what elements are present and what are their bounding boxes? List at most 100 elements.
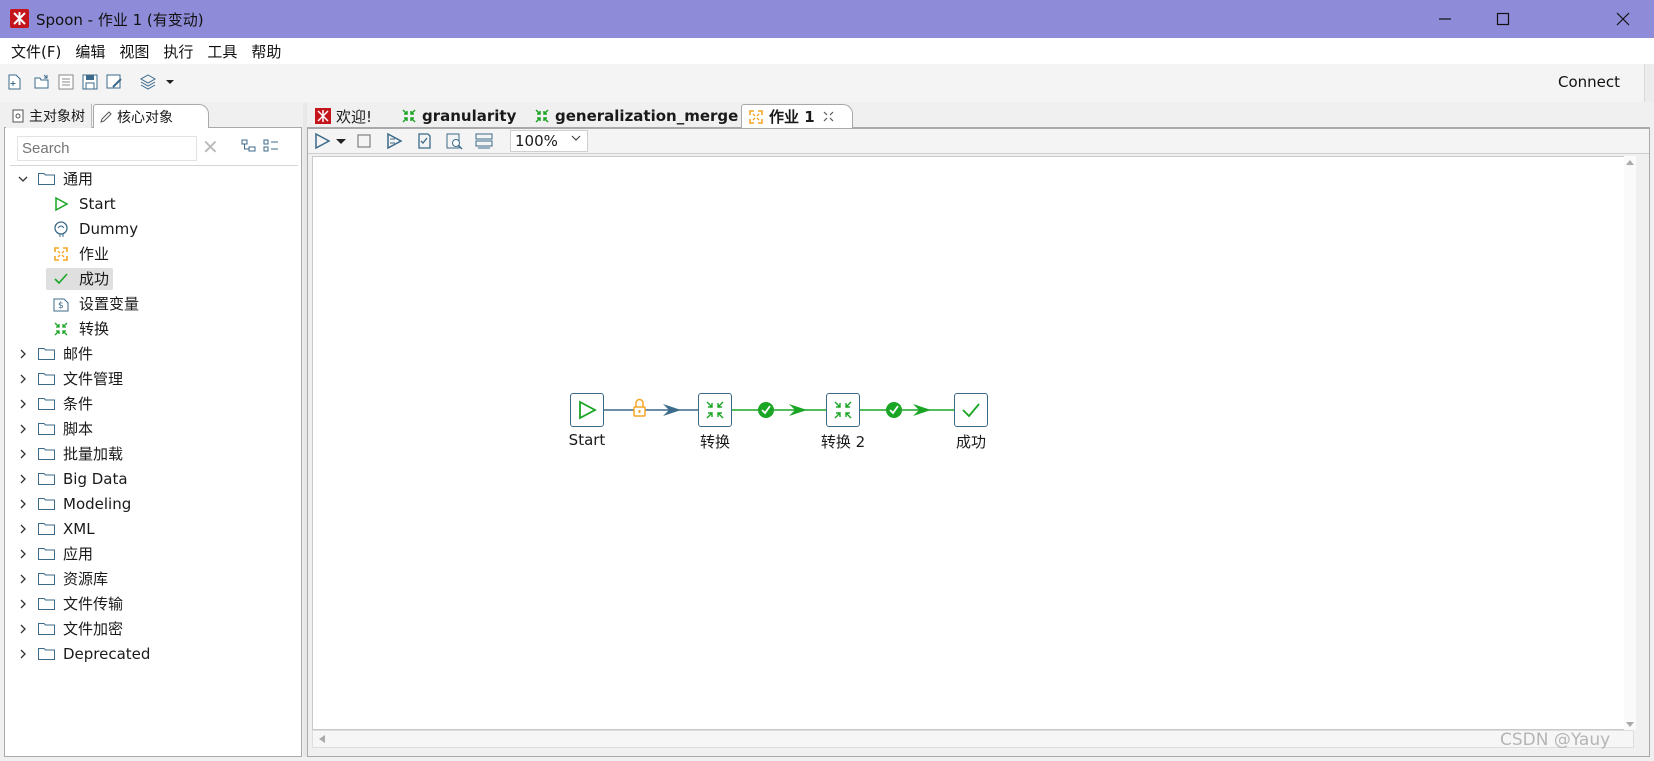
job-node-transformation-2[interactable] [826, 393, 860, 427]
tree-folder[interactable]: 应用 [12, 541, 300, 566]
chevron-right-icon[interactable] [12, 423, 34, 435]
hop-transformation-2-to-success[interactable] [860, 404, 954, 416]
minimize-button[interactable] [1416, 0, 1474, 38]
lock-icon [633, 398, 646, 417]
save-as-icon[interactable] [104, 72, 124, 92]
verify-icon[interactable] [414, 131, 434, 151]
menu-run[interactable]: 执行 [156, 41, 200, 62]
job-icon [748, 109, 764, 125]
collapsed-folder-list: 邮件 文件管理 条件 脚本 批量加载 Big Data Modeling XML 应用 资源库 文件… [12, 341, 300, 666]
vertical-scrollbar[interactable] [1624, 156, 1636, 730]
folder-icon [38, 648, 55, 660]
tree-selection[interactable]: 成功 [46, 267, 114, 290]
tab-core-objects[interactable]: 核心对象 [93, 104, 209, 128]
explore-repository-icon[interactable] [56, 72, 76, 92]
tab-main-object-tree[interactable]: 主对象树 [6, 104, 92, 128]
horizontal-scrollbar[interactable] [312, 730, 1634, 748]
tree-folder-label: 应用 [63, 545, 94, 563]
tree-leaf-label: 成功 [79, 270, 110, 288]
menu-edit[interactable]: 编辑 [68, 41, 112, 62]
hop-start-to-transformation[interactable] [604, 404, 698, 416]
run-icon[interactable] [312, 131, 332, 151]
canvas-toolbar [307, 128, 1650, 154]
chevron-down-icon[interactable] [570, 131, 582, 148]
preview-icon[interactable] [444, 131, 464, 151]
tab-job-1[interactable]: 作业 1 [741, 104, 853, 128]
perspective-layers-icon[interactable] [138, 72, 158, 92]
folder-icon [38, 473, 55, 485]
tree-folder[interactable]: Modeling [12, 491, 300, 516]
chevron-right-icon[interactable] [12, 623, 34, 635]
chevron-right-icon[interactable] [12, 473, 34, 485]
clear-search-icon[interactable]: ✕ [202, 135, 219, 159]
menu-tools[interactable]: 工具 [200, 41, 244, 62]
dummy-icon [52, 220, 70, 238]
tree-folder[interactable]: Big Data [12, 466, 300, 491]
tree-folder[interactable]: 批量加载 [12, 441, 300, 466]
maximize-button[interactable] [1474, 0, 1532, 38]
tree-folder[interactable]: Deprecated [12, 641, 300, 666]
chevron-right-icon[interactable] [12, 573, 34, 585]
tree-leaf-success[interactable]: 成功 [46, 266, 300, 291]
tree-folder[interactable]: 邮件 [12, 341, 300, 366]
tab-generalization-merge[interactable]: generalization_merge [528, 104, 742, 128]
connect-button[interactable]: Connect [1558, 73, 1620, 91]
tree-folder[interactable]: 文件管理 [12, 366, 300, 391]
hop-transformation-to-transformation-2[interactable] [732, 404, 826, 416]
tree-leaf-dummy[interactable]: Dummy [52, 216, 300, 241]
tree-folder[interactable]: XML [12, 516, 300, 541]
pencil-icon [100, 110, 112, 123]
tree-folder[interactable]: 脚本 [12, 416, 300, 441]
tree-leaf-set-variables[interactable]: $ 设置变量 [52, 291, 300, 316]
expand-all-icon[interactable] [240, 137, 258, 159]
tree-folder-label: 脚本 [63, 420, 94, 438]
tree-folder[interactable]: 条件 [12, 391, 300, 416]
watermark: CSDN @Yauy [1500, 730, 1611, 750]
chevron-right-icon[interactable] [12, 648, 34, 660]
chevron-right-icon[interactable] [12, 523, 34, 535]
save-icon[interactable] [80, 72, 100, 92]
menu-help[interactable]: 帮助 [244, 41, 288, 62]
close-icon [1616, 12, 1630, 26]
job-canvas[interactable]: Start 转换 转换 2 成功 [312, 156, 1634, 730]
run-dropdown-icon[interactable] [334, 131, 348, 151]
sql-icon[interactable] [474, 131, 494, 151]
close-button[interactable] [1594, 0, 1652, 38]
panel-splitter[interactable] [303, 103, 307, 757]
chevron-right-icon[interactable] [12, 548, 34, 560]
tree-leaf-transformation[interactable]: 转换 [52, 316, 300, 341]
job-node-transformation[interactable] [698, 393, 732, 427]
search-input[interactable] [17, 136, 197, 161]
close-tab-icon[interactable] [823, 108, 834, 126]
tree-folder[interactable]: 文件传输 [12, 591, 300, 616]
tab-granularity[interactable]: granularity [395, 104, 525, 128]
folder-icon [38, 548, 55, 560]
new-file-icon[interactable] [4, 72, 24, 92]
chevron-down-icon[interactable] [12, 173, 34, 185]
tree-folder[interactable]: 资源库 [12, 566, 300, 591]
toolbar-scroll [1644, 64, 1654, 102]
job-node-success[interactable] [954, 393, 988, 427]
dropdown-arrow-icon[interactable] [160, 72, 180, 92]
success-condition-icon [886, 402, 902, 418]
chevron-right-icon[interactable] [12, 598, 34, 610]
chevron-right-icon[interactable] [12, 373, 34, 385]
tab-label: 欢迎! [336, 107, 373, 126]
job-icon [52, 245, 70, 263]
menu-view[interactable]: 视图 [112, 41, 156, 62]
menu-file[interactable]: 文件(F) [4, 41, 68, 62]
run-options-icon[interactable] [384, 131, 404, 151]
tab-welcome[interactable]: 欢迎! [309, 104, 395, 128]
tree-leaf-start[interactable]: Start [52, 191, 300, 216]
tree-folder[interactable]: 文件加密 [12, 616, 300, 641]
collapse-all-icon[interactable] [262, 137, 280, 159]
stop-icon[interactable] [354, 131, 374, 151]
chevron-right-icon[interactable] [12, 498, 34, 510]
tree-folder-general[interactable]: 通用 [12, 166, 300, 191]
chevron-right-icon[interactable] [12, 448, 34, 460]
open-file-icon[interactable] [32, 72, 52, 92]
tree-leaf-job[interactable]: 作业 [52, 241, 300, 266]
chevron-right-icon[interactable] [12, 348, 34, 360]
job-node-start[interactable] [570, 393, 604, 427]
chevron-right-icon[interactable] [12, 398, 34, 410]
